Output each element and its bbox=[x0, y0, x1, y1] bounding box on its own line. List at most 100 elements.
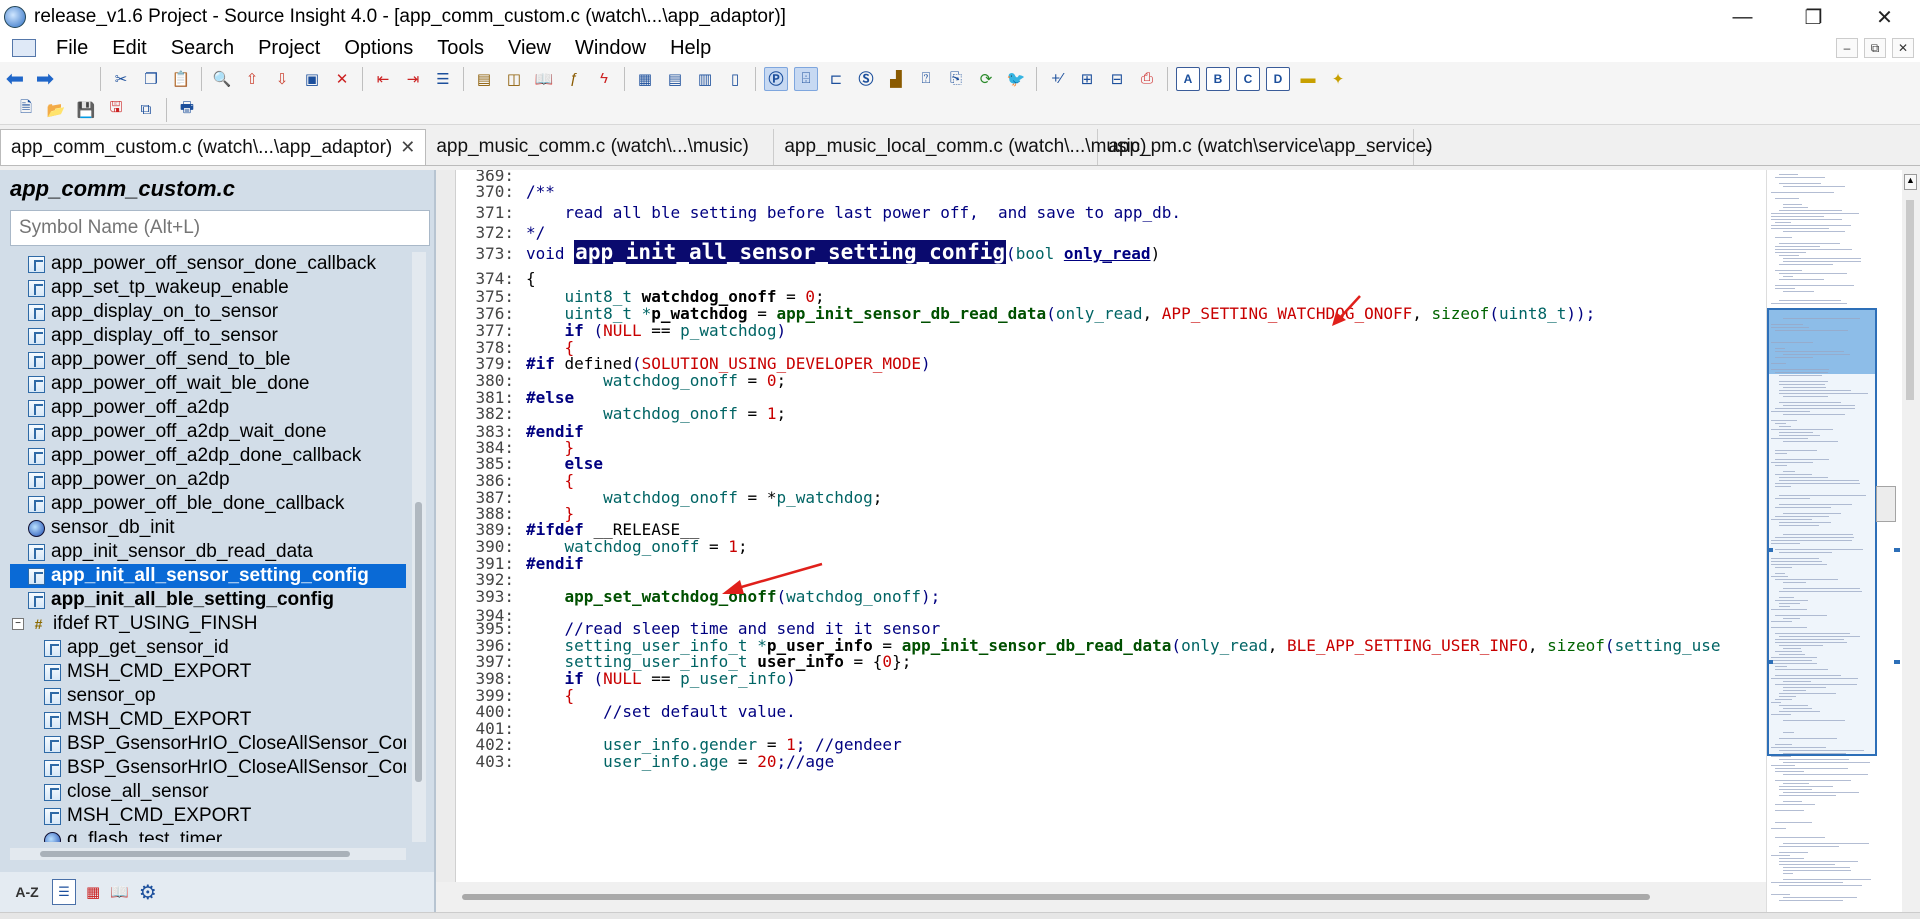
editor-vertical-scrollbar[interactable]: ▲ bbox=[1902, 170, 1920, 912]
jump-down-icon[interactable]: ⇩ bbox=[270, 67, 294, 91]
scroll-up-icon[interactable]: ▲ bbox=[1904, 174, 1917, 190]
symbol-list-item[interactable]: MSH_CMD_EXPORT bbox=[10, 804, 406, 828]
page-icon[interactable]: ⎙ bbox=[1135, 67, 1159, 91]
blocks-icon[interactable]: ▟ bbox=[884, 67, 908, 91]
code-editor[interactable]: 369: 370:/** 371: read all ble setting b… bbox=[456, 170, 1766, 882]
code-overview-minimap[interactable] bbox=[1766, 170, 1902, 912]
sort-az-button[interactable]: A-Z bbox=[12, 879, 42, 905]
symbol-list-item[interactable]: app_power_off_a2dp_wait_done bbox=[10, 420, 406, 444]
symbol-list-item[interactable]: MSH_CMD_EXPORT bbox=[10, 660, 406, 684]
insert-icon[interactable]: ⊞ bbox=[1075, 67, 1099, 91]
new-file-icon[interactable]: 🗎 bbox=[14, 98, 38, 122]
symbol-list-item[interactable]: app_display_on_to_sensor bbox=[10, 300, 406, 324]
symbol-list-item[interactable]: g_flash_test_timer bbox=[10, 828, 406, 842]
mdi-restore-button[interactable]: ⧉ bbox=[1864, 38, 1886, 58]
B-icon[interactable]: B bbox=[1206, 66, 1230, 91]
bookmark-prev-icon[interactable]: ⇤ bbox=[371, 67, 395, 91]
save-all-icon[interactable]: 🖫 bbox=[104, 98, 128, 122]
bird-icon[interactable]: 🐦 bbox=[1004, 67, 1028, 91]
copy-icon[interactable]: ❐ bbox=[139, 67, 163, 91]
menu-tools[interactable]: Tools bbox=[425, 34, 496, 62]
tree-icon[interactable]: ▦ bbox=[86, 879, 100, 905]
bookmark-list-icon[interactable]: ☰ bbox=[431, 67, 455, 91]
save-icon[interactable]: 💾 bbox=[74, 98, 98, 122]
symbol-search-input[interactable] bbox=[10, 210, 430, 246]
menu-project[interactable]: Project bbox=[246, 34, 332, 62]
symbol-list-item[interactable]: app_display_off_to_sensor bbox=[10, 324, 406, 348]
replace-icon[interactable]: ✕ bbox=[330, 67, 354, 91]
find-icon[interactable]: 🔍 bbox=[210, 67, 234, 91]
document-icon[interactable] bbox=[12, 39, 36, 57]
close-tab-icon[interactable]: ✕ bbox=[400, 137, 415, 158]
tab-app-pm[interactable]: app_pm.c (watch\service\app_service) bbox=[1098, 129, 1433, 165]
scrollbar-thumb[interactable] bbox=[415, 502, 422, 782]
close-all-icon[interactable]: ⧉ bbox=[134, 98, 158, 122]
symbol-list-item[interactable]: app_init_all_ble_setting_config bbox=[10, 588, 406, 612]
folder-star-icon[interactable]: ✦ bbox=[1326, 67, 1350, 91]
sync-icon[interactable]: ⟳ bbox=[974, 67, 998, 91]
symbol-list-item[interactable]: app_power_off_ble_done_callback bbox=[10, 492, 406, 516]
menu-options[interactable]: Options bbox=[332, 34, 425, 62]
symbol-list-item[interactable]: sensor_db_init bbox=[10, 516, 406, 540]
symbol-list-item[interactable]: app_power_off_send_to_ble bbox=[10, 348, 406, 372]
function-icon[interactable]: ƒ bbox=[562, 67, 586, 91]
symbol-list-item[interactable]: app_get_sensor_id bbox=[10, 636, 406, 660]
expand-icon[interactable]: +⁄ bbox=[1045, 67, 1069, 91]
symbol-window-icon[interactable]: ◫ bbox=[502, 67, 526, 91]
editor-horizontal-scrollbar[interactable] bbox=[456, 882, 1766, 912]
browse-icon[interactable]: ▣ bbox=[300, 67, 324, 91]
symbol-list-item[interactable]: BSP_GsensorHrIO_CloseAllSensor_Con bbox=[10, 732, 406, 756]
symbol-list-item[interactable]: app_power_off_sensor_done_callback bbox=[10, 252, 406, 276]
symbol-list-item[interactable]: app_set_tp_wakeup_enable bbox=[10, 276, 406, 300]
gear-icon[interactable]: ⚙ bbox=[139, 879, 157, 905]
A-icon[interactable]: A bbox=[1176, 66, 1200, 91]
tab-list-chevron-icon[interactable]: ⌄ bbox=[1414, 129, 1442, 165]
symbol-list-item[interactable]: close_all_sensor bbox=[10, 780, 406, 804]
maximize-button[interactable]: ❐ bbox=[1778, 0, 1849, 34]
symbol-list-item[interactable]: app_power_off_a2dp bbox=[10, 396, 406, 420]
symbol-list-hscrollbar[interactable] bbox=[10, 848, 406, 860]
jump-up-icon[interactable]: ⇧ bbox=[240, 67, 264, 91]
open-file-icon[interactable]: 📂 bbox=[44, 98, 68, 122]
symbol-list-item[interactable]: app_init_sensor_db_read_data bbox=[10, 540, 406, 564]
mdi-close-button[interactable]: ✕ bbox=[1892, 38, 1914, 58]
menu-edit[interactable]: Edit bbox=[100, 34, 158, 62]
symbol-list-item[interactable]: app_power_off_wait_ble_done bbox=[10, 372, 406, 396]
symbol-list-item[interactable]: sensor_op bbox=[10, 684, 406, 708]
lightning-icon[interactable]: ϟ bbox=[592, 67, 616, 91]
project-icon[interactable]: ▤ bbox=[472, 67, 496, 91]
tab-app-music-local-comm[interactable]: app_music_local_comm.c (watch\...\music) bbox=[774, 129, 1147, 165]
minimize-button[interactable]: — bbox=[1707, 0, 1778, 34]
paste-icon[interactable]: 📋 bbox=[169, 67, 193, 91]
menu-window[interactable]: Window bbox=[563, 34, 658, 62]
layout-4-icon[interactable]: ▯ bbox=[723, 67, 747, 91]
book-icon[interactable]: 📖 bbox=[532, 67, 556, 91]
symbol-list-item[interactable]: app_power_off_a2dp_done_callback bbox=[10, 444, 406, 468]
scrollbar-thumb[interactable] bbox=[1906, 200, 1914, 400]
tab-app-music-comm[interactable]: app_music_comm.c (watch\...\music) bbox=[426, 129, 775, 165]
collapse-icon[interactable]: − bbox=[12, 618, 24, 630]
book-icon[interactable]: 📖 bbox=[110, 879, 129, 905]
clip-icon[interactable]: ⎘ bbox=[944, 67, 968, 91]
symbol-list-item[interactable]: MSH_CMD_EXPORT bbox=[10, 708, 406, 732]
scrollbar-thumb[interactable] bbox=[40, 851, 350, 857]
help-icon[interactable]: ⍰ bbox=[914, 67, 938, 91]
symbol-list-item[interactable]: app_power_on_a2dp bbox=[10, 468, 406, 492]
menu-search[interactable]: Search bbox=[159, 34, 246, 62]
folder-icon[interactable]: ▬ bbox=[1296, 67, 1320, 91]
minimap-drag-handle[interactable] bbox=[1876, 486, 1896, 522]
bookmark-next-icon[interactable]: ⇥ bbox=[401, 67, 425, 91]
p-icon[interactable]: Ⓟ bbox=[764, 66, 788, 91]
layout-3-icon[interactable]: ▥ bbox=[693, 67, 717, 91]
scrollbar-thumb[interactable] bbox=[462, 894, 1650, 900]
D-icon[interactable]: D bbox=[1266, 66, 1290, 91]
symbol-list-item[interactable]: − # ifdef RT_USING_FINSH bbox=[10, 612, 406, 636]
symbol-list-scrollbar[interactable] bbox=[412, 252, 426, 842]
mdi-minimize-button[interactable]: – bbox=[1836, 38, 1858, 58]
close-button[interactable]: ✕ bbox=[1849, 0, 1920, 34]
menu-help[interactable]: Help bbox=[658, 34, 723, 62]
C-icon[interactable]: C bbox=[1236, 66, 1260, 91]
list-icon[interactable]: ☰ bbox=[52, 879, 76, 905]
cut-icon[interactable]: ✂ bbox=[109, 67, 133, 91]
s-icon[interactable]: Ⓢ bbox=[854, 67, 878, 91]
